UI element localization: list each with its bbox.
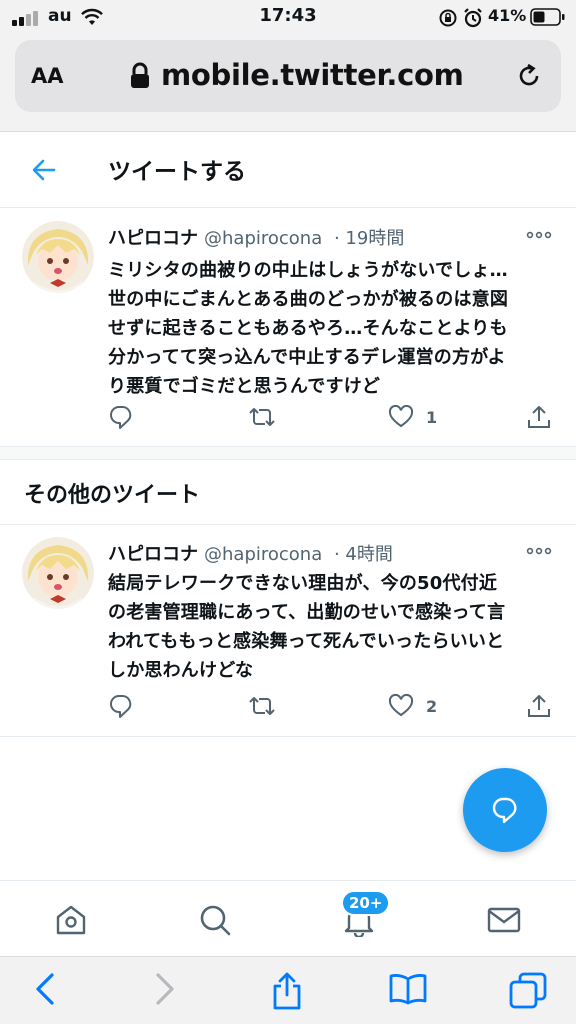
more-icon[interactable] xyxy=(526,543,552,559)
tweet-actions: 2 xyxy=(108,693,558,723)
section-divider xyxy=(0,446,576,460)
more-icon[interactable] xyxy=(526,227,552,243)
page-title: ツイートする xyxy=(108,159,246,185)
like-count: 2 xyxy=(426,697,438,716)
tweet-time[interactable]: · 19時間 xyxy=(334,228,404,249)
share-icon[interactable] xyxy=(526,404,552,430)
share-icon[interactable] xyxy=(526,693,552,719)
like-count: 1 xyxy=(426,408,438,427)
reply-icon[interactable] xyxy=(108,693,134,719)
safari-back-icon[interactable] xyxy=(32,971,58,1007)
reply-icon[interactable] xyxy=(108,404,134,430)
tabs-icon[interactable] xyxy=(508,971,548,1009)
safari-share-icon[interactable] xyxy=(270,971,304,1011)
tweet-header: ハピロコナ @hapirocona · 4時間 xyxy=(108,540,393,566)
author-name[interactable]: ハピロコナ xyxy=(108,544,198,565)
battery-percent: 41% xyxy=(488,6,527,25)
notification-badge: 20+ xyxy=(341,890,391,916)
browser-bar: AA mobile.twitter.com xyxy=(0,34,576,132)
tweet-line: せずに起きることもあるやろ…そんなことよりも xyxy=(108,318,508,339)
tweet-line: り悪質でゴミだと思うんですけど xyxy=(108,376,381,397)
tweet[interactable]: ハピロコナ @hapirocona · 4時間 結局テレワークできない理由が、今の… xyxy=(0,525,576,737)
retweet-icon[interactable] xyxy=(248,404,276,430)
address-bar[interactable]: AA mobile.twitter.com xyxy=(15,40,561,112)
lock-rotation-icon xyxy=(439,9,457,27)
safari-forward-icon[interactable] xyxy=(152,971,178,1007)
back-arrow-icon[interactable] xyxy=(30,156,58,184)
tweet-line: 結局テレワークできない理由が、今の50代付近 xyxy=(108,573,498,594)
home-icon[interactable] xyxy=(54,903,88,937)
tweet[interactable]: ハピロコナ @hapirocona · 19時間 ミリシタの曲被りの中止はしょうが… xyxy=(0,209,576,447)
compose-button[interactable] xyxy=(463,768,547,852)
reload-icon[interactable] xyxy=(515,62,543,90)
author-name[interactable]: ハピロコナ xyxy=(108,228,198,249)
battery-icon xyxy=(530,8,565,26)
app-header: ツイートする xyxy=(0,132,576,208)
tweet-text: 結局テレワークできない理由が、今の50代付近 の老害管理職にあって、出勤のせいで… xyxy=(108,569,553,685)
author-handle[interactable]: @hapirocona xyxy=(204,228,322,249)
tweet-line: われてももっと感染舞って死んでいったらいいと xyxy=(108,631,505,652)
mail-icon[interactable] xyxy=(486,903,522,937)
tweet-line: の老害管理職にあって、出勤のせいで感染って言 xyxy=(108,602,506,623)
bookmarks-icon[interactable] xyxy=(388,971,428,1007)
text-size-button[interactable]: AA xyxy=(31,64,64,88)
tweet-text: ミリシタの曲被りの中止はしょうがないでしょ… 世の中にごまんとある曲のどっかが被… xyxy=(108,256,553,401)
avatar[interactable] xyxy=(22,537,94,609)
avatar[interactable] xyxy=(22,221,94,293)
alarm-icon xyxy=(464,8,482,28)
status-bar: au 17:43 41% xyxy=(0,0,576,34)
tweet-line: 分かってて突っ込んで中止するデレ運営の方がよ xyxy=(108,347,506,368)
retweet-icon[interactable] xyxy=(248,693,276,719)
bottom-nav: 20+ xyxy=(0,880,576,956)
search-icon[interactable] xyxy=(198,903,232,937)
like-icon[interactable] xyxy=(388,404,414,430)
more-tweets-heading: その他のツイート xyxy=(24,483,201,508)
like-icon[interactable] xyxy=(388,693,414,719)
lock-icon xyxy=(131,62,149,88)
author-handle[interactable]: @hapirocona xyxy=(204,544,322,565)
tweet-actions: 1 xyxy=(108,404,558,434)
tweet-line: ミリシタの曲被りの中止はしょうがないでしょ… xyxy=(108,260,508,281)
browser-toolbar xyxy=(0,956,576,1024)
tweet-line: しか思わんけどな xyxy=(108,660,254,681)
tweet-header: ハピロコナ @hapirocona · 19時間 xyxy=(108,224,404,250)
compose-icon xyxy=(492,797,517,824)
tweet-time[interactable]: · 4時間 xyxy=(334,544,393,565)
url-text[interactable]: mobile.twitter.com xyxy=(161,58,464,92)
tweet-line: 世の中にごまんとある曲のどっかが被るのは意図 xyxy=(108,289,509,310)
